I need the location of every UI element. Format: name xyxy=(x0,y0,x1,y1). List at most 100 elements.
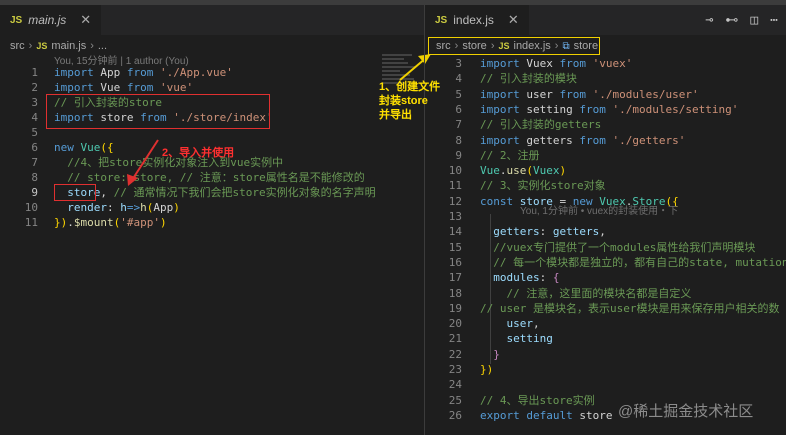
line-number: 7 xyxy=(455,118,462,132)
code-token: './getters' xyxy=(612,133,686,147)
code-line[interactable]: setting xyxy=(480,331,553,346)
watermark: @稀土掘金技术社区 xyxy=(618,403,754,420)
code-line[interactable]: import user from './modules/user' xyxy=(480,87,699,102)
code-line[interactable]: import Vuex from 'vuex' xyxy=(480,56,632,71)
chevron-right-icon: › xyxy=(28,40,33,52)
code-token: from xyxy=(126,66,154,79)
code-line[interactable]: import App from './App.vue' xyxy=(54,65,233,80)
code-token: use xyxy=(506,164,527,178)
code-line[interactable]: import getters from './getters' xyxy=(480,133,685,148)
code-token: h xyxy=(140,201,147,214)
code-token: => xyxy=(126,201,141,214)
breadcrumb-src[interactable]: src xyxy=(10,40,25,52)
more-actions-icon[interactable]: ⋯ xyxy=(770,13,778,28)
code-token: }) xyxy=(480,363,494,376)
code-line[interactable]: new Vue({ xyxy=(54,140,114,155)
code-line[interactable]: // 4、导出store实例 xyxy=(480,393,595,408)
code-token: . xyxy=(67,216,74,229)
code-line[interactable]: }) xyxy=(480,362,493,377)
compare-icon[interactable]: ⊷ xyxy=(725,13,738,28)
code-line[interactable]: user, xyxy=(480,316,540,331)
code-token: './modules/user' xyxy=(592,87,699,101)
code-token: { xyxy=(552,271,560,285)
code-token: // user 是模块名，表示user模块是用来保存用户相关的数 xyxy=(480,301,780,315)
code-line[interactable]: // 3、实例化store对象 xyxy=(480,178,606,193)
code-line[interactable]: // user 是模块名，表示user模块是用来保存用户相关的数 xyxy=(480,301,779,316)
code-line[interactable]: modules: { xyxy=(480,270,559,285)
line-number: 5 xyxy=(31,126,38,139)
code-line[interactable]: Vue.use(Vuex) xyxy=(480,163,566,178)
tab-index-js[interactable]: JS index.js ✕ xyxy=(425,5,529,35)
line-number: 1 xyxy=(31,66,38,79)
code-line[interactable]: import Vue from 'vue' xyxy=(54,80,193,95)
code-token: } xyxy=(480,347,500,361)
code-token: Vuex xyxy=(533,164,560,178)
close-icon[interactable]: ✕ xyxy=(80,12,91,28)
line-number: 10 xyxy=(24,201,38,214)
js-file-icon: JS xyxy=(36,41,48,51)
breadcrumb-store-folder[interactable]: store xyxy=(462,40,486,52)
code-token: ) xyxy=(559,164,567,178)
code-token: from xyxy=(559,87,587,101)
compare-icon[interactable]: ⊸ xyxy=(706,13,714,28)
editor-actions: ⊸ ⊷ ◫ ⋯ xyxy=(706,5,778,35)
js-file-icon: JS xyxy=(10,14,23,26)
code-token: . xyxy=(499,164,507,178)
code-token: Vue xyxy=(93,81,127,94)
code-line[interactable]: } xyxy=(480,347,500,362)
left-breadcrumb: src › JS main.js › ... xyxy=(10,37,107,55)
highlight-box-store xyxy=(54,184,96,201)
line-number: 7 xyxy=(31,156,38,169)
code-line[interactable]: // 每一个模块都是独立的，都有自己的state, mutation xyxy=(480,255,786,270)
code-token: $mount xyxy=(73,216,114,229)
code-token: user xyxy=(519,87,560,101)
chevron-right-icon: › xyxy=(90,40,94,52)
line-number: 6 xyxy=(31,141,38,154)
code-line[interactable]: // 注意，这里面的模块名都是自定义 xyxy=(480,286,691,301)
code-line[interactable]: export default store xyxy=(480,408,612,423)
code-line[interactable]: // store: store, // 注意：store属性名是不能修改的 xyxy=(54,170,365,185)
code-line[interactable]: }).$mount('#app') xyxy=(54,215,167,230)
breadcrumb-symbol[interactable]: store xyxy=(574,40,598,52)
code-line[interactable]: store, // 通常情况下我们会把store实例化对象的名字声明 xyxy=(54,185,375,200)
breadcrumb-file[interactable]: main.js xyxy=(51,40,86,52)
line-number: 20 xyxy=(448,317,462,331)
editor-split-divider[interactable] xyxy=(424,5,425,435)
code-token: const xyxy=(480,194,514,208)
code-token: store xyxy=(572,408,613,422)
code-token: '#app' xyxy=(120,216,160,229)
line-number: 13 xyxy=(448,210,462,223)
code-token: // 引入封装的模块 xyxy=(480,72,577,86)
code-line[interactable]: // 引入封装的模块 xyxy=(480,71,577,86)
code-token: : xyxy=(539,225,553,239)
code-token: from xyxy=(579,133,606,147)
code-token: : xyxy=(107,201,121,214)
line-number: 8 xyxy=(455,133,462,147)
line-number: 12 xyxy=(448,194,462,208)
symbol-variable-icon: ⧉ xyxy=(562,40,570,52)
breadcrumb-file[interactable]: index.js xyxy=(514,40,551,52)
tab-main-js[interactable]: JS main.js ✕ xyxy=(0,5,102,35)
code-line[interactable]: getters: getters, xyxy=(480,224,606,239)
code-line[interactable]: import setting from './modules/setting' xyxy=(480,102,738,117)
code-token: from xyxy=(559,57,587,70)
code-token: Vue xyxy=(480,164,500,178)
line-number: 15 xyxy=(448,240,462,254)
breadcrumb-src[interactable]: src xyxy=(436,40,451,52)
code-line[interactable]: //vuex专门提供了一个modules属性给我们声明模块 xyxy=(480,240,755,255)
code-line[interactable]: // 2、注册 xyxy=(480,148,540,163)
breadcrumb-more[interactable]: ... xyxy=(98,40,107,52)
line-number: 16 xyxy=(448,255,462,269)
close-icon[interactable]: ✕ xyxy=(508,12,519,28)
split-editor-icon[interactable]: ◫ xyxy=(750,13,758,28)
code-line[interactable]: // 引入封装的getters xyxy=(480,117,601,132)
chevron-right-icon: › xyxy=(490,40,495,52)
line-number: 25 xyxy=(448,393,462,407)
code-line[interactable]: render: h=>h(App) xyxy=(54,200,180,215)
